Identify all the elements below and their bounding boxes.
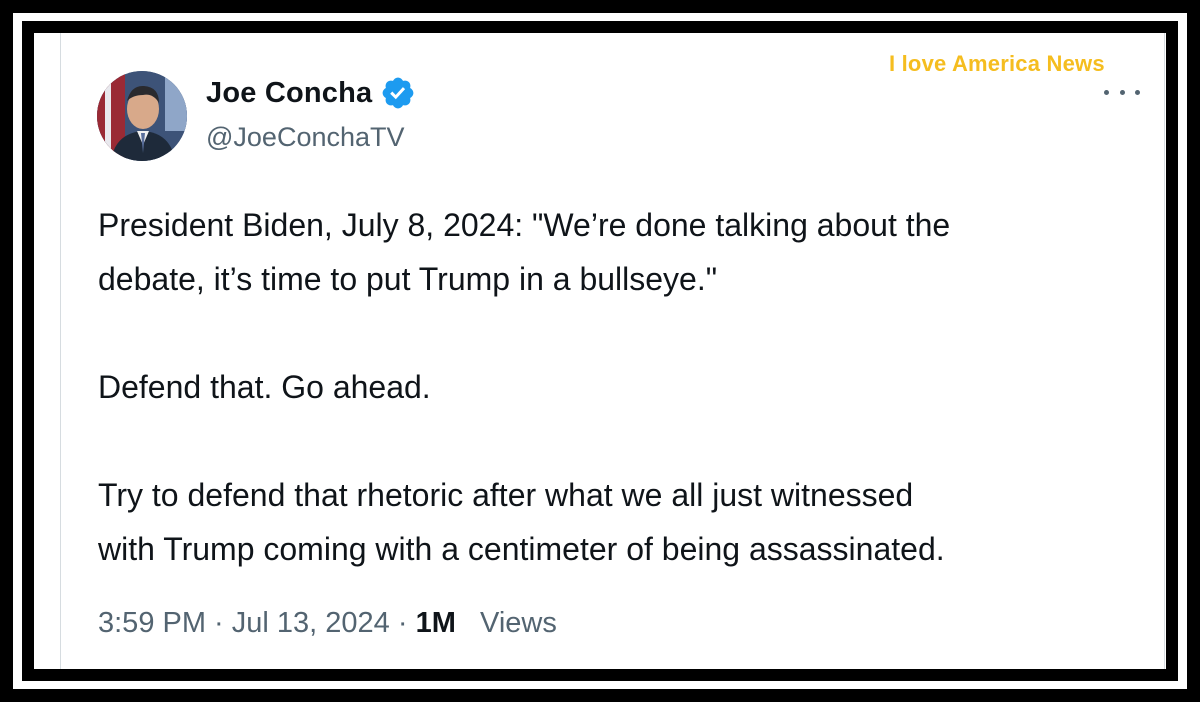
views-label: Views bbox=[480, 607, 557, 639]
card-left-edge bbox=[60, 33, 61, 669]
more-options-icon[interactable] bbox=[1104, 85, 1140, 99]
watermark: I love America News bbox=[889, 51, 1105, 76]
tweet-line: debate, it’s time to put Trump in a bull… bbox=[98, 261, 718, 297]
views-count[interactable]: 1M bbox=[416, 607, 456, 640]
tweet-meta: 3:59 PM · Jul 13, 2024 · 1M Views bbox=[98, 607, 557, 640]
tweet-time[interactable]: 3:59 PM bbox=[98, 607, 206, 640]
tweet-line: Defend that. Go ahead. bbox=[98, 369, 431, 405]
more-dot bbox=[1104, 89, 1109, 95]
tweet-date[interactable]: Jul 13, 2024 bbox=[232, 607, 390, 640]
more-dot bbox=[1119, 89, 1125, 95]
tweet-card: Joe Concha @JoeConchaTV I love America N… bbox=[34, 33, 1166, 669]
avatar-image bbox=[97, 71, 187, 161]
avatar[interactable] bbox=[97, 71, 187, 161]
views-spacer bbox=[456, 607, 480, 640]
more-dot bbox=[1135, 89, 1140, 95]
author-name[interactable]: Joe Concha bbox=[206, 77, 372, 110]
author-handle[interactable]: @JoeConchaTV bbox=[206, 122, 405, 153]
tweet-line: President Biden, July 8, 2024: "We’re do… bbox=[98, 207, 951, 243]
card-right-edge bbox=[1164, 33, 1165, 669]
tweet-line: with Trump coming with a centimeter of b… bbox=[98, 531, 945, 567]
tweet-line: Try to defend that rhetoric after what w… bbox=[98, 477, 914, 513]
tweet-body: President Biden, July 8, 2024: "We’re do… bbox=[98, 198, 1148, 576]
author-row: Joe Concha bbox=[206, 76, 416, 110]
meta-separator: · bbox=[206, 607, 232, 639]
meta-separator: · bbox=[389, 607, 416, 639]
verified-badge-icon[interactable] bbox=[380, 75, 416, 111]
